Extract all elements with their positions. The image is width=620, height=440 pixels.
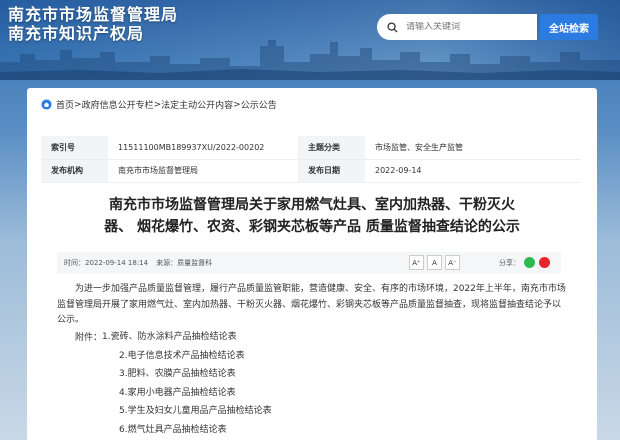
font-small-button[interactable]: A⁻ <box>445 255 460 270</box>
font-size-controls: A⁺ A A⁻ <box>409 255 460 270</box>
meta-row: 发布机构 南充市市场监督管理局 发布日期 2022-09-14 <box>41 159 581 183</box>
home-icon[interactable] <box>41 99 52 110</box>
article-title-line: 器、 烟花爆竹、农资、彩钢夹芯板等产品 质量监督抽查结论的公示 <box>104 219 520 235</box>
breadcrumb-separator: > <box>74 99 82 110</box>
category-label: 主题分类 <box>298 136 365 160</box>
breadcrumb-statutory[interactable]: 法定主动公开内容 <box>161 98 233 111</box>
article-title: 南充市市场监督管理局关于家用燃气灶具、室内加热器、干粉灭火 器、 烟花爆竹、农资… <box>57 194 567 238</box>
wechat-icon[interactable] <box>524 257 535 268</box>
attachments-list: 1.瓷砖、防水涂料产品抽检结论表 2.电子信息技术产品抽检结论表 3.肥料、农膜… <box>57 328 567 439</box>
breadcrumb: 首页 > 政府信息公开专栏 > 法定主动公开内容 > 公示公告 <box>41 98 277 111</box>
font-large-button[interactable]: A⁺ <box>409 255 424 270</box>
index-label: 索引号 <box>41 136 108 160</box>
article-intro: 为进一步加强产品质量监督管理，履行产品质量监管职能，营造健康、安全、有序的市场环… <box>57 284 566 325</box>
publish-time: 时间：2022-09-14 18:14 <box>64 259 149 267</box>
org-name-primary: 南充市市场监督管理局 <box>8 5 179 24</box>
content-card: 首页 > 政府信息公开专栏 > 法定主动公开内容 > 公示公告 索引号 1151… <box>27 88 597 440</box>
font-medium-button[interactable]: A <box>427 255 442 270</box>
share-bar: 分享： <box>499 257 550 268</box>
attachment-link[interactable]: 1.瓷砖、防水涂料产品抽检结论表 <box>57 328 567 347</box>
weibo-icon[interactable] <box>539 257 550 268</box>
article-body: 为进一步加强产品质量监督管理，履行产品质量监管职能，营造健康、安全、有序的市场环… <box>57 282 567 439</box>
attachment-link[interactable]: 3.肥料、农膜产品抽检结论表 <box>57 365 567 384</box>
search-input[interactable] <box>406 22 526 32</box>
publisher-value: 南充市市场监督管理局 <box>108 159 298 183</box>
date-value: 2022-09-14 <box>365 159 581 183</box>
attachment-link[interactable]: 5.学生及妇女儿童用品产品抽检结论表 <box>57 402 567 421</box>
index-value: 11511100MB189937XU/2022-00202 <box>108 136 298 160</box>
article-info-bar: 时间：2022-09-14 18:14 来源：质量监督科 A⁺ A A⁻ 分享： <box>57 252 561 274</box>
meta-row: 索引号 11511100MB189937XU/2022-00202 主题分类 市… <box>41 136 581 160</box>
breadcrumb-home[interactable]: 首页 <box>56 98 74 111</box>
article-source: 来源：质量监督科 <box>156 259 213 267</box>
breadcrumb-separator: > <box>153 99 162 110</box>
search-icon <box>387 18 398 37</box>
site-logo[interactable]: 南充市市场监督管理局 南充市知识产权局 <box>8 5 178 43</box>
publisher-label: 发布机构 <box>41 159 108 183</box>
attachment-link[interactable]: 4.家用小电器产品抽检结论表 <box>57 384 567 403</box>
attachment-link[interactable]: 2.电子信息技术产品抽检结论表 <box>57 347 567 366</box>
breadcrumb-gov-info[interactable]: 政府信息公开专栏 <box>82 98 154 111</box>
breadcrumb-announcements[interactable]: 公示公告 <box>241 98 277 111</box>
share-label: 分享： <box>499 258 520 267</box>
breadcrumb-separator: > <box>233 99 241 110</box>
org-name-secondary: 南充市知识产权局 <box>8 24 145 43</box>
date-label: 发布日期 <box>298 159 365 183</box>
document-meta-table: 索引号 11511100MB189937XU/2022-00202 主题分类 市… <box>41 136 581 183</box>
category-value: 市场监管、安全生产监管 <box>365 136 581 160</box>
search-box <box>377 14 537 40</box>
attachment-link[interactable]: 6.燃气灶具产品抽检结论表 <box>57 421 567 440</box>
site-search-button[interactable]: 全站检索 <box>540 14 598 40</box>
article-title-line: 南充市市场监督管理局关于家用燃气灶具、室内加热器、干粉灭火 <box>109 197 515 213</box>
header-banner: 南充市市场监督管理局 南充市知识产权局 全站检索 <box>0 0 620 80</box>
